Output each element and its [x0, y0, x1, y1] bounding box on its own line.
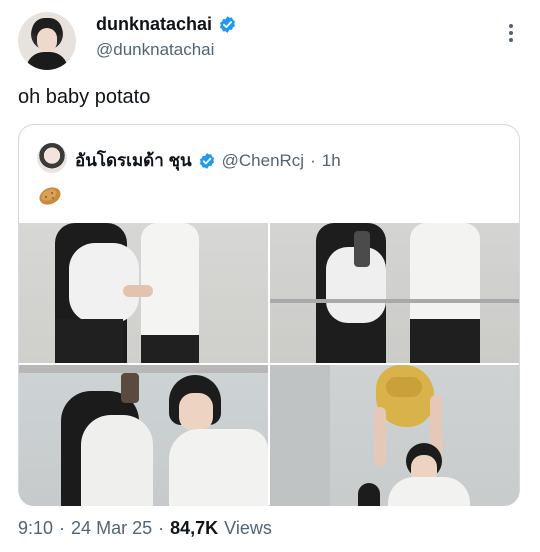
quoted-display-name[interactable]: อันโดรเมด้า ชุน — [75, 147, 192, 174]
author-name-text: dunknatachai — [96, 14, 213, 34]
tweet-date[interactable]: 24 Mar 25 — [71, 518, 152, 539]
separator-dot: · — [59, 518, 66, 538]
photo-3[interactable] — [19, 365, 268, 506]
potato-icon — [39, 187, 61, 205]
photo-2[interactable] — [270, 223, 519, 363]
verified-badge-icon — [220, 16, 236, 33]
quoted-handle[interactable]: @ChenRcj — [222, 151, 304, 171]
quoted-header: อันโดรเมด้า ชุน @ChenRcj · 1h — [75, 147, 341, 174]
author-display-name[interactable]: dunknatachai — [96, 14, 237, 35]
tweet-time[interactable]: 9:10 — [18, 518, 53, 539]
separator-dot: · — [158, 518, 165, 538]
more-options-icon[interactable] — [508, 24, 514, 46]
views-count: 84,7K — [170, 518, 219, 538]
tweet-text: oh baby potato — [18, 86, 151, 108]
quoted-avatar[interactable] — [37, 143, 67, 173]
separator-dot: · — [310, 150, 316, 170]
photo-1[interactable] — [19, 223, 268, 363]
quoted-tweet[interactable]: อันโดรเมด้า ชุน @ChenRcj · 1h — [18, 124, 520, 506]
tweet-footer: 9:10 · 24 Mar 25 · 84,7K Views — [18, 518, 272, 539]
photo-grid — [19, 223, 519, 506]
verified-badge-icon — [199, 152, 214, 169]
quoted-timestamp[interactable]: 1h — [322, 151, 341, 171]
author-avatar[interactable] — [18, 12, 76, 70]
author-handle[interactable]: @dunknatachai — [96, 40, 214, 60]
views-label: Views — [224, 518, 272, 538]
photo-4[interactable] — [270, 365, 519, 506]
